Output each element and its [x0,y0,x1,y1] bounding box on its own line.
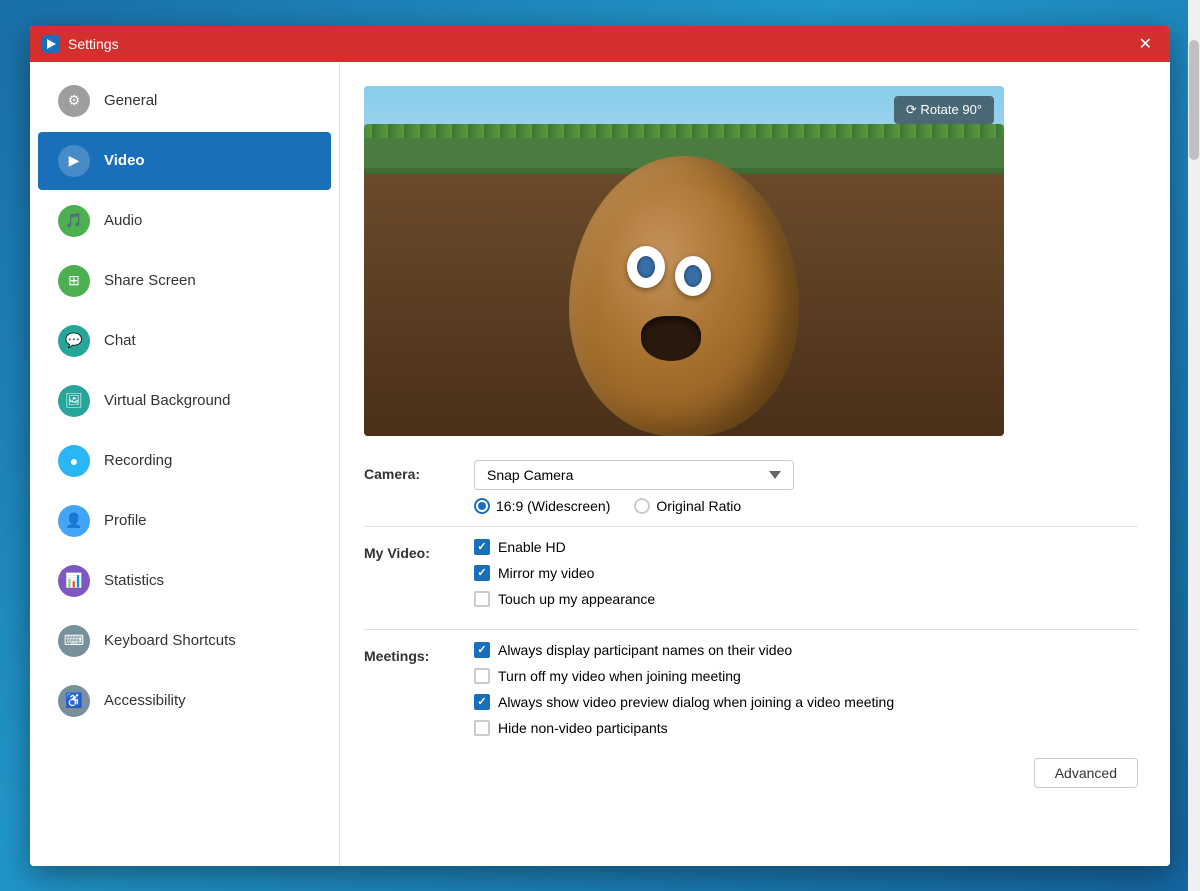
display-names-option[interactable]: Always display participant names on thei… [474,642,1138,658]
sidebar-item-chat[interactable]: 💬 Chat [38,312,331,370]
potato-eye-left [627,246,665,288]
sidebar-item-statistics[interactable]: 📊 Statistics [38,552,331,610]
hide-non-video-checkbox[interactable] [474,720,490,736]
virtual-background-icon: 🖼 [58,385,90,417]
mirror-video-checkbox[interactable] [474,565,490,581]
share-screen-icon: ⊞ [58,265,90,297]
sidebar-label-video: Video [104,152,145,169]
divider-1 [364,526,1138,527]
display-names-checkbox[interactable] [474,642,490,658]
show-preview-label: Always show video preview dialog when jo… [498,694,894,710]
ratio-widescreen-label: 16:9 (Widescreen) [496,498,610,514]
meetings-label: Meetings: [364,642,474,664]
sidebar: ⚙ General ▶ Video 🎵 Audio ⊞ Share Screen 💬 Chat 🖼 V… [30,62,340,866]
sidebar-item-virtual-background[interactable]: 🖼 Virtual Background [38,372,331,430]
my-video-row: My Video: Enable HD Mirror my video Touc… [364,539,1138,617]
audio-icon: 🎵 [58,205,90,237]
hide-non-video-option[interactable]: Hide non-video participants [474,720,1138,736]
sidebar-item-share-screen[interactable]: ⊞ Share Screen [38,252,331,310]
show-preview-option[interactable]: Always show video preview dialog when jo… [474,694,1138,710]
my-video-controls: Enable HD Mirror my video Touch up my ap… [474,539,1138,617]
sidebar-label-audio: Audio [104,212,142,229]
turn-off-video-label: Turn off my video when joining meeting [498,668,741,684]
statistics-icon: 📊 [58,565,90,597]
sidebar-label-share-screen: Share Screen [104,272,196,289]
recording-icon: ● [58,445,90,477]
turn-off-video-option[interactable]: Turn off my video when joining meeting [474,668,1138,684]
sidebar-item-general[interactable]: ⚙ General [38,72,331,130]
main-content: ⚙ General ▶ Video 🎵 Audio ⊞ Share Screen 💬 Chat 🖼 V… [30,62,1170,866]
ratio-original-label: Original Ratio [656,498,741,514]
potato-mouth [641,316,701,361]
camera-row: Camera: Snap CameraDefault CameraFaceTim… [364,460,1138,514]
radio-original-indicator [634,498,650,514]
radio-widescreen-indicator [474,498,490,514]
sidebar-item-audio[interactable]: 🎵 Audio [38,192,331,250]
sidebar-item-video[interactable]: ▶ Video [38,132,331,190]
sidebar-label-keyboard-shortcuts: Keyboard Shortcuts [104,632,236,649]
mirror-video-option[interactable]: Mirror my video [474,565,1138,581]
mirror-video-label: Mirror my video [498,565,594,581]
enable-hd-option[interactable]: Enable HD [474,539,1138,555]
app-icon [42,35,60,53]
potato-body [569,156,799,436]
show-preview-checkbox[interactable] [474,694,490,710]
accessibility-icon: ♿ [58,685,90,717]
potato-eye-right [675,256,711,296]
video-preview: ⟳ Rotate 90° [364,86,1004,436]
sidebar-label-statistics: Statistics [104,572,164,589]
enable-hd-checkbox[interactable] [474,539,490,555]
hide-non-video-label: Hide non-video participants [498,720,668,736]
meetings-row: Meetings: Always display participant nam… [364,642,1138,746]
potato-avatar [544,126,824,436]
sidebar-label-profile: Profile [104,512,147,529]
video-icon: ▶ [58,145,90,177]
close-button[interactable]: ✕ [1133,32,1158,56]
sidebar-label-general: General [104,92,157,109]
camera-select[interactable]: Snap CameraDefault CameraFaceTime HD Cam… [474,460,794,490]
main-panel: ⟳ Rotate 90° Camera: Snap CameraDefault … [340,62,1170,866]
advanced-button[interactable]: Advanced [1034,758,1138,788]
camera-controls: Snap CameraDefault CameraFaceTime HD Cam… [474,460,1138,514]
sidebar-label-recording: Recording [104,452,172,469]
chat-icon: 💬 [58,325,90,357]
sidebar-item-accessibility[interactable]: ♿ Accessibility [38,672,331,730]
titlebar: Settings ✕ [30,26,1170,62]
sidebar-item-recording[interactable]: ● Recording [38,432,331,490]
rotate-button[interactable]: ⟳ Rotate 90° [894,96,994,124]
ratio-group: 16:9 (Widescreen) Original Ratio [474,498,1138,514]
ratio-widescreen[interactable]: 16:9 (Widescreen) [474,498,610,514]
window-title: Settings [68,36,1133,52]
enable-hd-label: Enable HD [498,539,566,555]
camera-label: Camera: [364,460,474,482]
touch-up-label: Touch up my appearance [498,591,655,607]
my-video-label: My Video: [364,539,474,561]
sidebar-item-keyboard-shortcuts[interactable]: ⌨ Keyboard Shortcuts [38,612,331,670]
touch-up-option[interactable]: Touch up my appearance [474,591,1138,607]
general-icon: ⚙ [58,85,90,117]
profile-icon: 👤 [58,505,90,537]
sidebar-label-chat: Chat [104,332,136,349]
ratio-original[interactable]: Original Ratio [634,498,741,514]
sidebar-label-accessibility: Accessibility [104,692,186,709]
sidebar-item-profile[interactable]: 👤 Profile [38,492,331,550]
meetings-controls: Always display participant names on thei… [474,642,1138,746]
display-names-label: Always display participant names on thei… [498,642,792,658]
settings-window: Settings ✕ ⚙ General ▶ Video 🎵 Audio ⊞ Share Sc… [30,26,1170,866]
advanced-row: Advanced [364,758,1138,788]
turn-off-video-checkbox[interactable] [474,668,490,684]
keyboard-shortcuts-icon: ⌨ [58,625,90,657]
touch-up-checkbox[interactable] [474,591,490,607]
divider-2 [364,629,1138,630]
sidebar-label-virtual-background: Virtual Background [104,392,230,409]
